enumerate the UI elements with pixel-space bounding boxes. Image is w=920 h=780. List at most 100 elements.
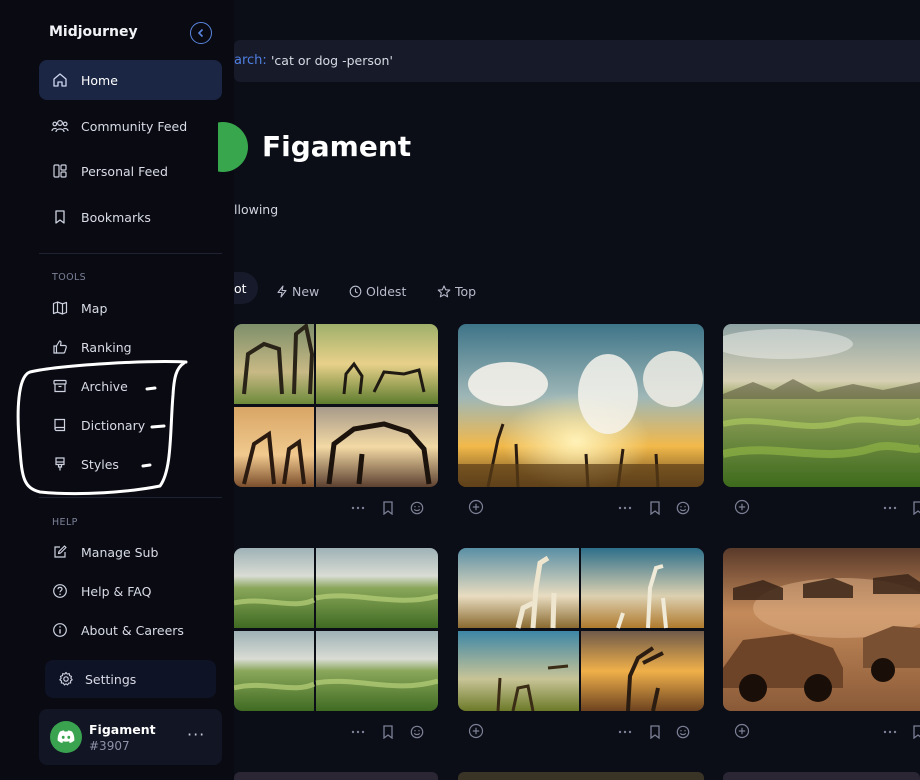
bolt-icon — [276, 284, 288, 298]
nav-label: Map — [81, 300, 108, 316]
sort-tab-hot[interactable]: ot — [234, 272, 258, 304]
sort-tab-label: New — [292, 283, 320, 299]
image-card-partial[interactable] — [723, 772, 920, 780]
nav-label: Bookmarks — [81, 209, 151, 225]
bookmark-icon[interactable] — [380, 500, 396, 516]
bookmark-icon[interactable] — [910, 500, 920, 516]
emoji-icon[interactable] — [675, 500, 691, 516]
image-card-partial[interactable] — [458, 772, 704, 780]
nav-label: Dictionary — [81, 417, 146, 433]
image-card[interactable] — [234, 324, 438, 487]
emoji-icon[interactable] — [409, 724, 425, 740]
bookmark-icon — [51, 208, 69, 226]
more-options-icon[interactable] — [350, 500, 366, 516]
user-more-button[interactable]: ··· — [187, 725, 205, 744]
emoji-icon[interactable] — [409, 500, 425, 516]
collapse-sidebar-button[interactable] — [190, 22, 212, 44]
profile-avatar — [218, 122, 248, 172]
user-card[interactable]: Figament #3907 ··· — [39, 709, 222, 765]
sort-tab-oldest[interactable]: Oldest — [349, 278, 406, 304]
avatar — [50, 721, 82, 753]
map-icon — [51, 299, 69, 317]
settings-label: Settings — [85, 671, 137, 687]
image-card-partial[interactable] — [234, 772, 438, 780]
settings-button[interactable]: Settings — [45, 660, 216, 698]
more-options-icon[interactable] — [350, 724, 366, 740]
sort-tab-label: Top — [455, 283, 477, 299]
more-options-icon[interactable] — [882, 724, 898, 740]
image-wasteland-cars — [723, 548, 920, 711]
nav-item-community-feed[interactable]: Community Feed — [39, 106, 222, 146]
image-card[interactable] — [458, 548, 704, 711]
image-grid-grass — [234, 548, 438, 711]
gear-icon — [57, 670, 75, 688]
tools-heading: TOOLS — [52, 272, 87, 283]
divider — [39, 497, 222, 498]
nav-label: About & Careers — [81, 622, 184, 638]
nav-item-ranking[interactable]: Ranking — [39, 327, 222, 367]
nav-label: Manage Sub — [81, 544, 159, 560]
archive-icon — [51, 377, 69, 395]
sort-tab-label: Oldest — [366, 283, 407, 299]
image-card[interactable] — [234, 548, 438, 711]
nav-item-help-faq[interactable]: Help & FAQ — [39, 571, 222, 611]
nav-item-styles[interactable]: Styles — [39, 444, 222, 484]
add-circle-icon[interactable] — [468, 723, 484, 739]
nav-label: Community Feed — [81, 118, 188, 134]
image-card[interactable] — [723, 324, 920, 487]
image-grid-giraffes — [458, 548, 704, 711]
sort-tab-new[interactable]: New — [276, 278, 319, 304]
add-circle-icon[interactable] — [734, 723, 750, 739]
divider — [39, 253, 222, 254]
personal-feed-icon — [51, 162, 69, 180]
sort-tab-label: ot — [234, 280, 247, 296]
book-icon — [51, 416, 69, 434]
help-heading: HELP — [52, 517, 78, 528]
bookmark-icon[interactable] — [910, 724, 920, 740]
following-button[interactable]: llowing — [234, 202, 278, 217]
nav-item-archive[interactable]: Archive — [39, 366, 222, 406]
search-input[interactable]: 'cat or dog -person' — [271, 53, 393, 68]
image-grass-field — [723, 324, 920, 487]
nav-item-home[interactable]: Home — [39, 60, 222, 100]
nav-label: Personal Feed — [81, 163, 168, 179]
nav-label: Ranking — [81, 339, 132, 355]
bookmark-icon[interactable] — [647, 500, 663, 516]
nav-item-personal-feed[interactable]: Personal Feed — [39, 151, 222, 191]
image-surreal-sunset — [458, 324, 704, 487]
bookmark-icon[interactable] — [380, 724, 396, 740]
image-grid-horses — [234, 324, 438, 487]
nav-item-map[interactable]: Map — [39, 288, 222, 328]
search-bar[interactable]: arch: 'cat or dog -person' — [234, 40, 920, 82]
add-circle-icon[interactable] — [468, 499, 484, 515]
nav-item-manage-sub[interactable]: Manage Sub — [39, 532, 222, 572]
nav-item-about-careers[interactable]: About & Careers — [39, 610, 222, 650]
community-icon — [51, 117, 69, 135]
image-card[interactable] — [723, 548, 920, 711]
more-options-icon[interactable] — [617, 724, 633, 740]
search-prefix: arch: — [234, 53, 267, 68]
app-title: Midjourney — [49, 24, 138, 40]
emoji-icon[interactable] — [675, 724, 691, 740]
bookmark-icon[interactable] — [647, 724, 663, 740]
profile-name: Figament — [262, 130, 412, 163]
more-options-icon[interactable] — [617, 500, 633, 516]
nav-label: Home — [81, 72, 118, 88]
discord-icon — [57, 730, 75, 743]
image-card[interactable] — [458, 324, 704, 487]
nav-label: Archive — [81, 378, 128, 394]
add-circle-icon[interactable] — [734, 499, 750, 515]
nav-label: Help & FAQ — [81, 583, 152, 599]
nav-item-dictionary[interactable]: Dictionary — [39, 405, 222, 445]
sort-tab-top[interactable]: Top — [437, 278, 476, 304]
more-options-icon[interactable] — [882, 500, 898, 516]
home-icon — [51, 71, 69, 89]
user-tag: #3907 — [89, 739, 130, 753]
star-icon — [437, 284, 451, 298]
clock-icon — [349, 285, 362, 298]
nav-item-bookmarks[interactable]: Bookmarks — [39, 197, 222, 237]
help-icon — [51, 582, 69, 600]
edit-icon — [51, 543, 69, 561]
nav-label: Styles — [81, 456, 119, 472]
brush-icon — [51, 455, 69, 473]
